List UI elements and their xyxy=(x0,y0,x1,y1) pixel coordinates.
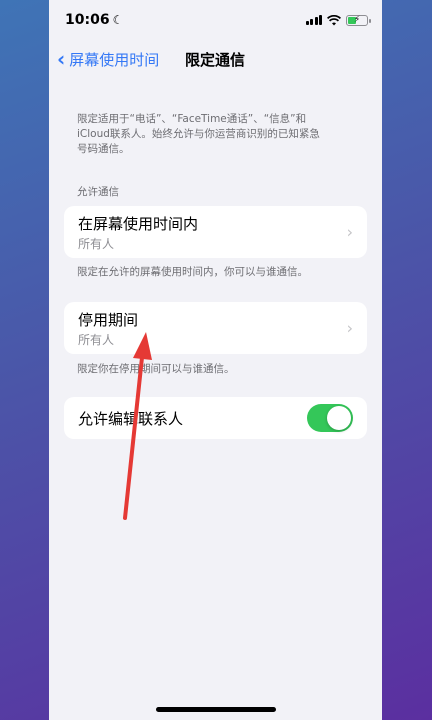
downtime-title: 停用期间 xyxy=(78,311,139,329)
moon-icon: ☾ xyxy=(112,13,124,27)
navigation-bar: ‹ 屏幕使用时间 限定通信 xyxy=(49,44,382,74)
wifi-icon xyxy=(327,14,341,25)
back-button-label: 屏幕使用时间 xyxy=(69,50,160,69)
page-title: 限定通信 xyxy=(185,50,246,69)
intro-line-1: 限定适用于“电话”、“FaceTime通话”、“信息”和 xyxy=(77,113,307,125)
toggle-knob xyxy=(327,406,351,430)
downtime-footer: 限定你在停用期间可以与谁通信。 xyxy=(77,363,235,375)
chevron-right-icon: › xyxy=(346,318,353,338)
phone-screen: 10:06 ☾ ⚡ ‹ 屏幕使用时间 限定通信 限定适用于“电话”、“FaceT xyxy=(49,0,382,720)
downtime-value: 所有人 xyxy=(78,333,115,347)
cellular-signal-icon xyxy=(305,15,322,25)
intro-line-2: iCloud联系人。始终允许与你运营商识别的已知紧急 xyxy=(77,128,320,140)
chevron-left-icon: ‹ xyxy=(57,47,66,71)
back-button[interactable]: ‹ 屏幕使用时间 xyxy=(57,44,159,74)
intro-description: 限定适用于“电话”、“FaceTime通话”、“信息”和 iCloud联系人。始… xyxy=(77,112,357,157)
during-screen-time-footer: 限定在允许的屏幕使用时间内，你可以与谁通信。 xyxy=(77,266,308,278)
edit-contacts-label: 允许编辑联系人 xyxy=(78,410,184,428)
home-indicator[interactable] xyxy=(156,707,276,712)
intro-line-3: 号码通信。 xyxy=(77,143,130,155)
status-time: 10:06 ☾ xyxy=(65,12,123,28)
edit-contacts-toggle[interactable] xyxy=(307,404,353,432)
status-icons: ⚡ xyxy=(305,14,371,26)
edit-contacts-row: 允许编辑联系人 xyxy=(64,397,367,439)
downtime-row[interactable]: 停用期间 所有人 › xyxy=(64,302,367,354)
during-screen-time-value: 所有人 xyxy=(78,237,115,251)
battery-icon: ⚡ xyxy=(346,14,371,26)
chevron-right-icon: › xyxy=(346,222,353,242)
section-header-allowed: 允许通信 xyxy=(77,186,119,198)
during-screen-time-row[interactable]: 在屏幕使用时间内 所有人 › xyxy=(64,206,367,258)
status-bar: 10:06 ☾ ⚡ xyxy=(49,0,382,40)
status-time-text: 10:06 xyxy=(65,12,110,28)
during-screen-time-title: 在屏幕使用时间内 xyxy=(78,215,199,233)
